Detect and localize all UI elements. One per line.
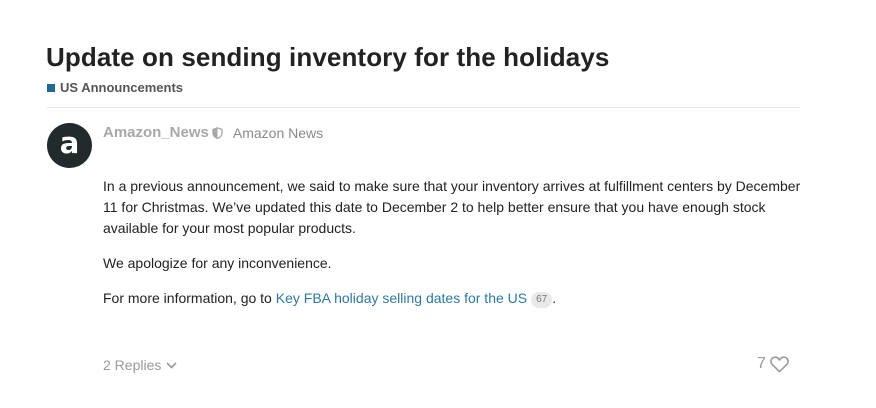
username-link[interactable]: Amazon_News bbox=[103, 124, 209, 141]
post-meta: Amazon_News Amazon News bbox=[103, 124, 323, 141]
title-divider bbox=[47, 107, 800, 108]
post-paragraph-3: For more information, go to Key FBA holi… bbox=[103, 288, 803, 309]
post-paragraph-1: In a previous announcement, we said to m… bbox=[103, 178, 801, 236]
category-color-swatch bbox=[47, 83, 55, 92]
paragraph-3-prefix: For more information, go to bbox=[103, 290, 276, 306]
like-button[interactable]: 7 bbox=[757, 355, 789, 373]
category-label: US Announcements bbox=[60, 80, 184, 95]
fba-holiday-dates-link[interactable]: Key FBA holiday selling dates for the US bbox=[276, 290, 527, 306]
paragraph-3-suffix: . bbox=[552, 290, 557, 306]
shield-icon bbox=[212, 126, 223, 139]
avatar[interactable]: a bbox=[47, 123, 92, 168]
heart-icon bbox=[770, 355, 789, 373]
like-count: 7 bbox=[757, 355, 766, 372]
user-full-name: Amazon News bbox=[232, 124, 324, 141]
category-badge[interactable]: US Announcements bbox=[47, 80, 183, 95]
post-body: In a previous announcement, we said to m… bbox=[103, 176, 803, 323]
replies-toggle-button[interactable]: 2 Replies bbox=[103, 357, 177, 373]
chevron-down-icon bbox=[166, 361, 177, 369]
replies-label: 2 Replies bbox=[103, 357, 162, 373]
post-paragraph-2: We apologize for any inconvenience. bbox=[103, 255, 332, 271]
avatar-letter: a bbox=[59, 126, 80, 160]
topic-title: Update on sending inventory for the holi… bbox=[46, 42, 610, 72]
link-click-count: 67 bbox=[531, 292, 553, 308]
